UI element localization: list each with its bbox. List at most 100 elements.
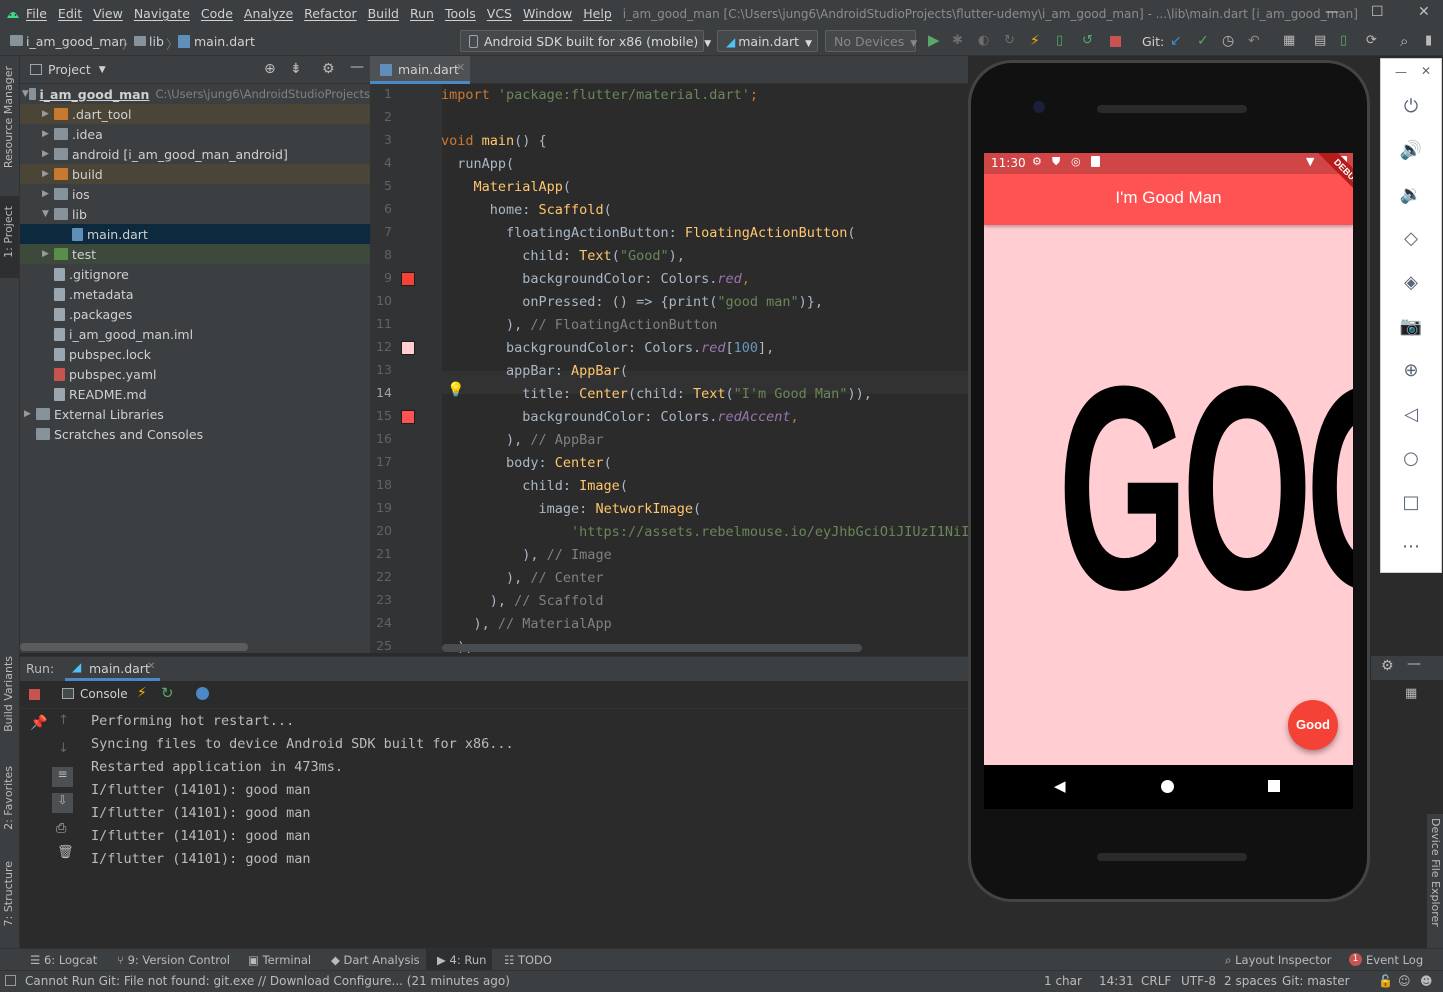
git-rollback-icon[interactable]: ↶ (1248, 34, 1262, 48)
chevron-icon[interactable]: ▼ (42, 209, 54, 219)
phone-screen[interactable]: 11:30 ⚙ ⛊ ◎ ▼ I'm Good Man DEBUG GOOD Go… (984, 153, 1353, 765)
search-icon[interactable]: ⌕ (1400, 34, 1414, 49)
hot-reload-icon[interactable]: ⚡ (1030, 34, 1044, 48)
git-history-icon[interactable]: ◷ (1222, 34, 1236, 48)
collapse-all-icon[interactable]: ⇟ (290, 61, 302, 77)
layout-inspector-tab[interactable]: ⌕ Layout Inspector (1225, 953, 1332, 968)
debug-icon[interactable]: ✱ (952, 34, 966, 48)
cursor-position[interactable]: 14:31 (1099, 974, 1134, 988)
menu-navigate[interactable]: Navigate (134, 6, 190, 21)
layout-icon[interactable]: ▦ (1405, 686, 1417, 701)
lock-icon[interactable]: 🔓 (1378, 974, 1393, 988)
menu-build[interactable]: Build (368, 6, 399, 21)
hot-restart-icon[interactable]: ↻ (161, 684, 174, 702)
apply-changes-icon[interactable]: ▯ (1056, 34, 1070, 48)
close-tab-icon[interactable]: ✕ (456, 61, 465, 74)
git-branch[interactable]: Git: master (1282, 974, 1350, 988)
close-button[interactable]: ✕ (1418, 4, 1430, 20)
editor-tab-main-dart[interactable]: main.dart ✕ (370, 56, 470, 84)
project-view-selector[interactable]: Project (48, 62, 91, 77)
menu-refactor[interactable]: Refactor (304, 6, 356, 21)
lightbulb-icon[interactable]: 💡 (447, 382, 464, 398)
soft-wrap-icon[interactable]: ≡ (52, 767, 73, 787)
tree-item[interactable]: ▶ .dart_tool (20, 104, 370, 124)
memory-icon[interactable]: ☻ (1420, 974, 1433, 988)
locate-icon[interactable]: ⊕ (264, 61, 276, 77)
print-icon[interactable]: ⎙ (56, 821, 66, 836)
android-back-icon[interactable]: ◀ (1054, 777, 1066, 795)
file-encoding[interactable]: UTF-8 (1181, 974, 1216, 988)
close-emulator-icon[interactable]: ✕ (1421, 64, 1431, 78)
run-icon[interactable]: ▶ (928, 33, 942, 48)
chevron-down-icon[interactable]: ▼ (99, 65, 106, 75)
gear-icon[interactable]: ⚙ (1381, 658, 1394, 674)
hide-panel-icon[interactable]: — (350, 59, 364, 75)
tree-item[interactable]: ▶ ios (20, 184, 370, 204)
run-config-selector[interactable]: ◢ main.dart ▼ (717, 30, 818, 52)
smiley-icon[interactable]: ☺ (1398, 974, 1411, 988)
tree-item[interactable]: ▼ i_am_good_man C:\Users\jung6\AndroidStud… (20, 84, 370, 104)
home-icon[interactable]: ○ (1399, 447, 1423, 471)
run-tab-main-dart[interactable]: ◢ main.dart ✕ (65, 657, 160, 681)
git-commit-icon[interactable]: ✓ (1197, 34, 1211, 48)
stop-icon[interactable] (1110, 36, 1121, 47)
tree-item[interactable]: Scratches and Consoles (20, 424, 370, 444)
pin-icon[interactable]: 📌 (30, 715, 47, 731)
structure-tab[interactable]: 7: Structure (2, 861, 15, 926)
console-tab[interactable]: Console (80, 687, 128, 701)
rotate-right-icon[interactable]: ◈ (1399, 271, 1423, 295)
favorites-tab[interactable]: 2: Favorites (2, 766, 15, 830)
hot-restart-icon[interactable]: ↺ (1082, 34, 1096, 48)
rotate-left-icon[interactable]: ◇ (1399, 227, 1423, 251)
overview-icon[interactable]: □ (1399, 491, 1423, 515)
sdk-manager-icon[interactable]: ▤ (1314, 34, 1328, 48)
more-icon[interactable]: ⋯ (1399, 535, 1423, 559)
menu-window[interactable]: Window (523, 6, 572, 21)
scroll-to-end-icon[interactable]: ⇩ (52, 793, 73, 813)
tree-item[interactable]: pubspec.lock (20, 344, 370, 364)
sync-icon[interactable]: ⟳ (1366, 34, 1380, 48)
resource-manager-tab[interactable]: Resource Manager (2, 66, 15, 168)
editor-horizontal-scrollbar[interactable] (442, 644, 862, 652)
status-message[interactable]: Cannot Run Git: File not found: git.exe … (25, 974, 510, 988)
android-overview-icon[interactable] (1268, 780, 1280, 792)
menu-vcs[interactable]: VCS (487, 6, 512, 21)
menu-view[interactable]: View (93, 6, 123, 21)
chevron-icon[interactable]: ▶ (42, 189, 54, 199)
minimize-emulator-icon[interactable]: — (1395, 65, 1407, 79)
tree-item[interactable]: .metadata (20, 284, 370, 304)
indent-setting[interactable]: 2 spaces (1224, 974, 1277, 988)
power-icon[interactable]: ⏻ (1399, 95, 1423, 119)
arrow-down-icon[interactable]: ↓ (58, 741, 69, 756)
logcat-tab[interactable]: ☰ 6: Logcat (30, 953, 97, 967)
menu-code[interactable]: Code (201, 6, 233, 21)
color-swatch-icon[interactable] (401, 272, 415, 286)
menu-analyze[interactable]: Analyze (244, 6, 293, 21)
menu-file[interactable]: File (26, 6, 47, 21)
chevron-icon[interactable]: ▼ (22, 89, 29, 99)
breadcrumb-file[interactable]: main.dart (194, 34, 255, 49)
zoom-icon[interactable]: ⊕ (1399, 359, 1423, 383)
build-variants-tab[interactable]: Build Variants (2, 656, 15, 732)
tree-item[interactable]: .gitignore (20, 264, 370, 284)
camera-icon[interactable]: 📷 (1399, 315, 1423, 339)
line-separator[interactable]: CRLF (1141, 974, 1171, 988)
breadcrumb-lib[interactable]: lib (149, 34, 164, 49)
version-control-tab[interactable]: ⑂ 9: Version Control (117, 953, 230, 967)
hot-reload-icon[interactable]: ⚡ (137, 685, 147, 701)
arrow-up-icon[interactable]: ↑ (58, 713, 69, 728)
dart-analysis-tab[interactable]: ◆ Dart Analysis (331, 953, 420, 967)
tree-item[interactable]: pubspec.yaml (20, 364, 370, 384)
run-tool-tab[interactable]: ▶ 4: Run (437, 953, 486, 967)
tree-item[interactable]: .packages (20, 304, 370, 324)
git-update-icon[interactable]: ↙ (1170, 34, 1184, 48)
stop-icon[interactable] (29, 689, 40, 700)
tree-item[interactable]: README.md (20, 384, 370, 404)
project-structure-icon[interactable]: ▦ (1283, 34, 1297, 48)
tree-item[interactable]: ▼ lib (20, 204, 370, 224)
tree-item[interactable]: ▶ .idea (20, 124, 370, 144)
tree-item[interactable]: ▶ test (20, 244, 370, 264)
chevron-icon[interactable]: ▶ (24, 409, 36, 419)
hide-panel-icon[interactable]: — (1407, 656, 1421, 672)
trash-icon[interactable]: 🗑 (57, 845, 74, 860)
